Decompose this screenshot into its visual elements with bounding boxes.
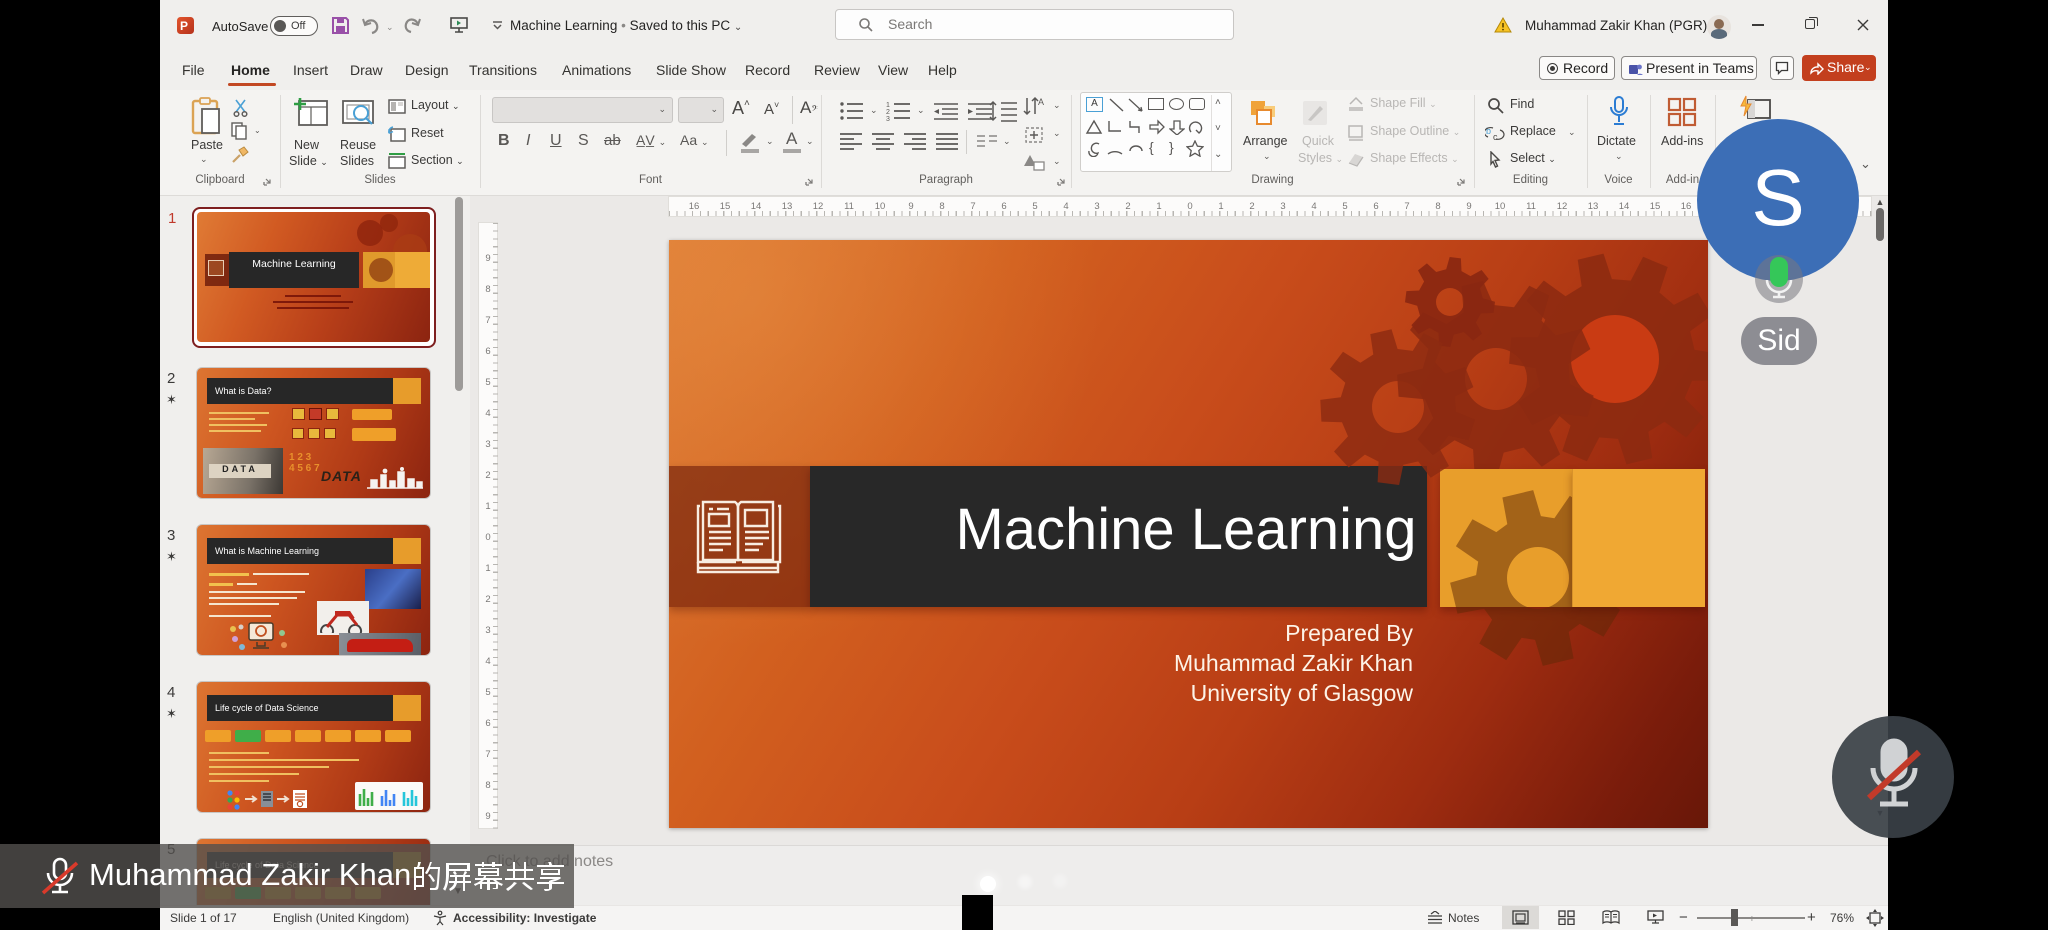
svg-text:1: 1 <box>886 102 890 109</box>
svg-text:c: c <box>1493 132 1498 142</box>
svg-text:A: A <box>1038 97 1044 107</box>
svg-text:3: 3 <box>886 116 890 121</box>
svg-text:2: 2 <box>886 109 890 116</box>
